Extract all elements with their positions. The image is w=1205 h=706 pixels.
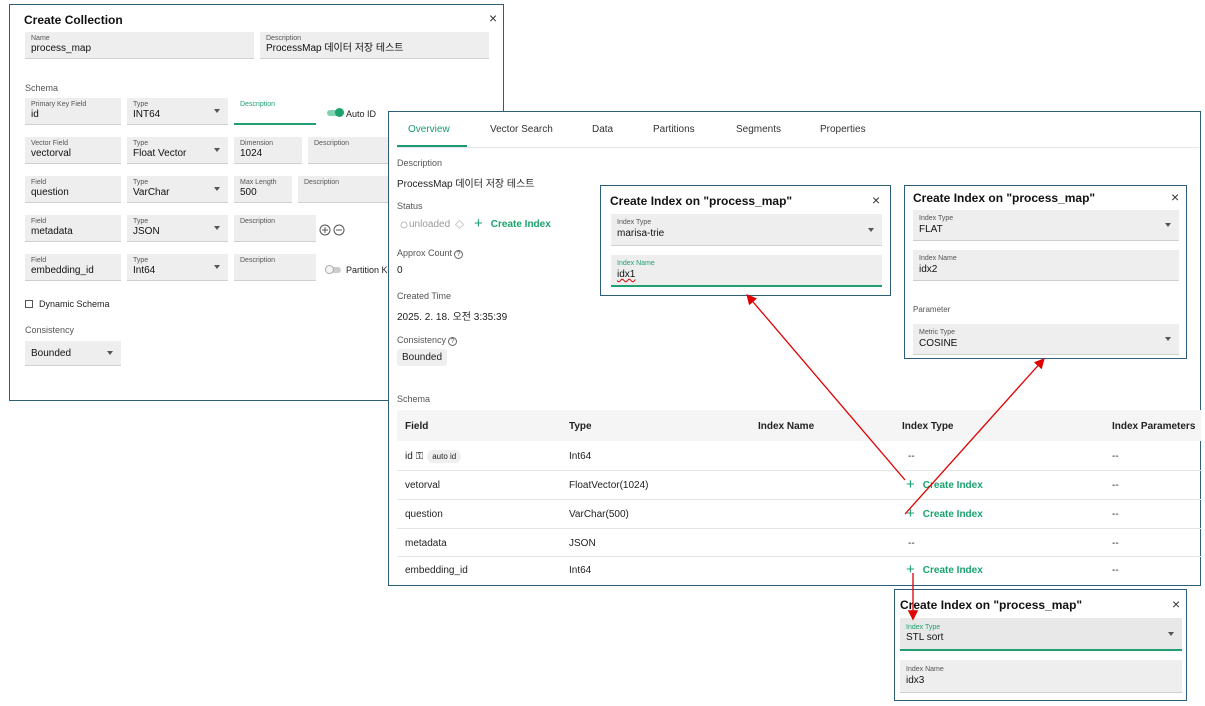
- arrow-to-dialog-1: [746, 294, 906, 481]
- annotation-arrows: [746, 294, 1045, 621]
- arrow-to-dialog-2: [904, 358, 1045, 515]
